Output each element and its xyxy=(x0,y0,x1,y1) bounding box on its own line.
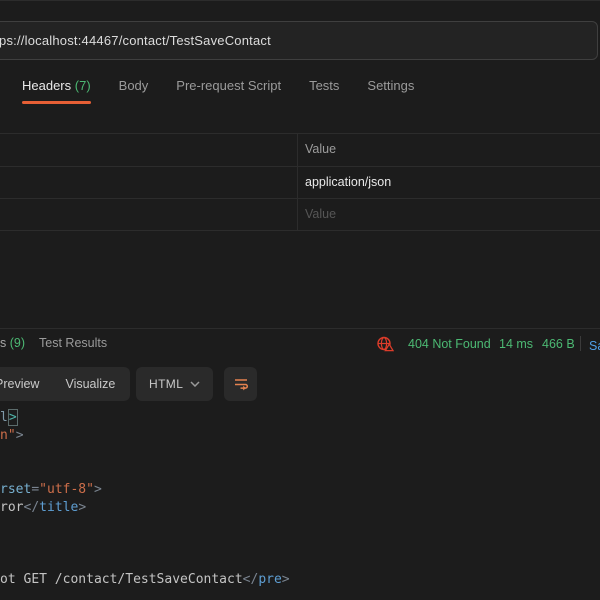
header-value-cell[interactable]: application/json xyxy=(305,166,391,198)
api-client-window: https://localhost:44467/contact/TestSave… xyxy=(0,0,600,600)
response-code[interactable]: <!DOCTYPE html><html lang="en"> <head> <… xyxy=(0,409,498,589)
format-dropdown[interactable]: HTML xyxy=(136,367,213,401)
header-value-input-placeholder[interactable]: Value xyxy=(305,198,336,230)
response-status-badge: 404 Not Found xyxy=(408,337,491,351)
response-tab-test-results[interactable]: Test Results xyxy=(39,336,107,350)
request-url-input[interactable]: https://localhost:44467/contact/TestSave… xyxy=(0,21,598,60)
table-border xyxy=(0,230,600,231)
tab-headers-count: (7) xyxy=(75,78,91,93)
response-time-badge: 14 ms xyxy=(499,337,533,351)
response-section-divider xyxy=(0,328,600,329)
view-visualize-button[interactable]: Visualize xyxy=(56,377,124,391)
top-divider xyxy=(0,0,600,1)
tab-body[interactable]: Body xyxy=(119,78,149,94)
chevron-down-icon xyxy=(190,381,200,387)
response-tab-headers-count: (9) xyxy=(10,336,25,350)
format-dropdown-value: HTML xyxy=(149,377,183,391)
save-response-clip: Save Response xyxy=(589,337,600,355)
response-tabs: Headers (9) Test Results xyxy=(0,336,107,350)
value-column-header: Value xyxy=(305,133,336,166)
response-tab-headers-label: Headers xyxy=(0,336,6,350)
tab-settings[interactable]: Settings xyxy=(367,78,414,94)
wrap-line-icon xyxy=(233,376,249,392)
table-border xyxy=(0,133,600,134)
tab-pre-request-script-label: Pre-request Script xyxy=(176,78,281,93)
table-border xyxy=(0,198,600,199)
wrap-line-button[interactable] xyxy=(224,367,257,401)
tab-headers[interactable]: Headers (7) xyxy=(22,78,91,94)
view-preview-button[interactable]: Preview xyxy=(0,377,48,391)
tab-body-label: Body xyxy=(119,78,149,93)
globe-error-icon[interactable] xyxy=(376,335,394,353)
table-border xyxy=(0,166,600,167)
body-view-segmented-control: Preview Visualize xyxy=(0,367,130,401)
save-response-button[interactable]: Save Response xyxy=(589,339,600,353)
request-tabs: Headers (7) Body Pre-request Script Test… xyxy=(22,78,414,94)
response-tab-test-results-label: Test Results xyxy=(39,336,107,350)
request-url-value: https://localhost:44467/contact/TestSave… xyxy=(0,33,271,48)
tab-pre-request-script[interactable]: Pre-request Script xyxy=(176,78,281,94)
tab-tests-label: Tests xyxy=(309,78,339,93)
meta-divider xyxy=(580,336,581,351)
tab-settings-label: Settings xyxy=(367,78,414,93)
response-size-badge: 466 B xyxy=(542,337,575,351)
tab-headers-label: Headers xyxy=(22,78,71,93)
table-column-divider xyxy=(297,133,298,230)
tab-tests[interactable]: Tests xyxy=(309,78,339,94)
response-tab-headers[interactable]: Headers (9) xyxy=(0,336,25,350)
